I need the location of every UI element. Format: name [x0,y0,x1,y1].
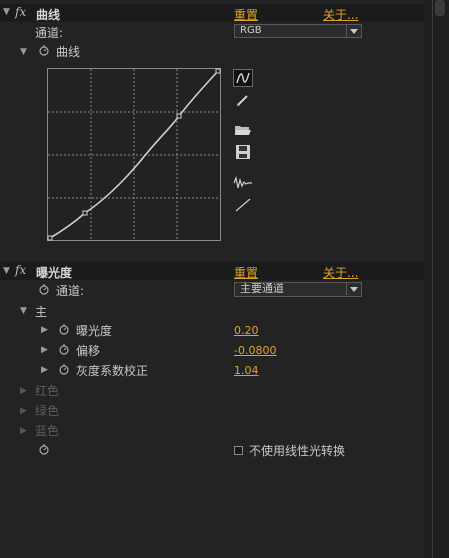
fx-icon[interactable]: fx [15,263,26,277]
effect-title: 曲线 [36,8,61,22]
expand-triangle-icon[interactable]: ▼ [20,306,27,316]
curve-point [176,113,182,119]
collapse-triangle-icon[interactable]: ▼ [3,266,10,276]
expand-triangle-icon: ▶ [20,386,27,396]
chevron-down-icon[interactable] [346,283,361,295]
scrollbar[interactable] [424,0,449,558]
param-label: 曝光度 [76,324,113,338]
param-value[interactable]: 1.04 [234,364,259,377]
channel-group-blue: 蓝色 [35,424,60,438]
curve-point [82,210,88,216]
chevron-down-icon[interactable] [346,25,361,37]
param-label: 偏移 [76,344,101,358]
channel-value: RGB [240,25,262,36]
about-link[interactable]: 关于... [323,264,358,281]
curve-point [47,235,53,241]
curve-label: 曲线 [56,45,81,59]
curve-graph[interactable] [47,68,222,242]
channel-group-green: 绿色 [35,404,60,418]
open-folder-icon[interactable] [234,122,254,140]
expand-triangle-icon: ▶ [20,426,27,436]
curves-header [0,4,424,22]
reset-link[interactable]: 重置 [234,6,258,23]
stopwatch-icon[interactable] [38,443,50,455]
pencil-icon[interactable] [234,92,254,110]
channel-dropdown[interactable]: RGB [234,24,362,38]
fx-icon[interactable]: fx [15,5,26,19]
channel-label: 通道: [56,284,85,298]
stopwatch-icon[interactable] [58,323,70,335]
scrollbar-track [432,0,433,558]
scrollbar-thumb[interactable] [435,0,445,16]
channel-label: 通道: [35,26,64,40]
expand-triangle-icon: ▶ [20,406,27,416]
stopwatch-icon[interactable] [58,343,70,355]
main-group-label: 主 [35,305,48,319]
about-link[interactable]: 关于... [323,6,358,23]
effect-title: 曝光度 [36,266,73,280]
stopwatch-icon[interactable] [38,44,50,56]
expand-triangle-icon[interactable]: ▶ [41,365,48,375]
channel-value: 主要通道 [240,282,284,295]
collapse-triangle-icon[interactable]: ▼ [3,7,10,17]
linear-light-checkbox[interactable] [234,446,243,455]
channel-dropdown[interactable]: 主要通道 [234,282,362,297]
stopwatch-icon[interactable] [58,363,70,375]
save-icon[interactable] [234,144,254,162]
channel-group-red: 红色 [35,384,60,398]
expand-triangle-icon[interactable]: ▶ [41,325,48,335]
stopwatch-icon[interactable] [38,283,50,295]
param-label: 灰度系数校正 [76,364,149,378]
linear-icon[interactable] [234,197,254,215]
expand-triangle-icon[interactable]: ▼ [20,47,27,57]
param-value[interactable]: -0.0800 [234,344,276,357]
curve-point [215,68,221,74]
expand-triangle-icon[interactable]: ▶ [41,345,48,355]
curve-tool-icon[interactable] [233,69,253,87]
smooth-icon[interactable] [233,175,253,193]
linear-light-label: 不使用线性光转换 [249,444,346,458]
param-value[interactable]: 0.20 [234,324,259,337]
reset-link[interactable]: 重置 [234,264,258,281]
